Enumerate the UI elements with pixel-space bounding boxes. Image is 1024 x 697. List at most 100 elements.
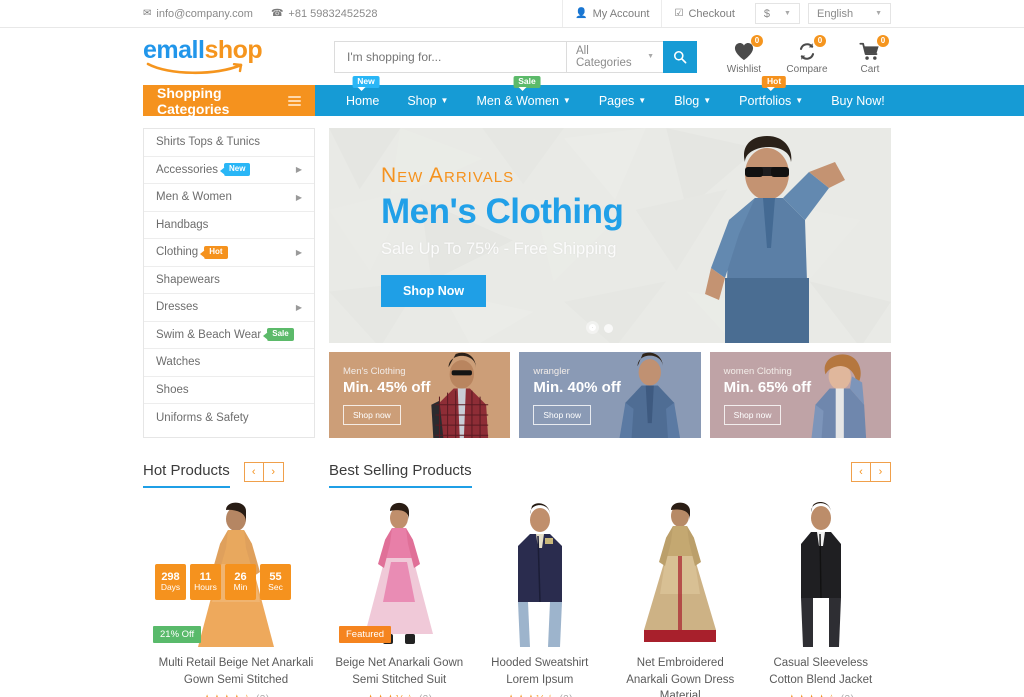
hot-product-name[interactable]: Multi Retail Beige Net Anarkali Gown Sem… bbox=[149, 655, 323, 688]
promo-banner-1[interactable]: Men's Clothing Min. 45% off Shop now bbox=[329, 352, 511, 438]
hot-product-card[interactable]: 298 Days 11 Hours 26 Min 55 Sec 21% Off Multi R… bbox=[143, 502, 329, 697]
sidebar-item-label: Men & Women bbox=[156, 191, 232, 204]
promo-shop-now-button[interactable]: Shop now bbox=[723, 404, 782, 425]
product-name[interactable]: Hooded Sweatshirt Lorem Ipsum bbox=[476, 655, 605, 688]
sidebar-item-label: Handbags bbox=[156, 218, 209, 231]
best-selling-title: Best Selling Products bbox=[329, 462, 472, 488]
hot-products-column: 298 Days 11 Hours 26 Min 55 Sec 21% Off Multi R… bbox=[143, 502, 329, 697]
product-card[interactable]: Casual Sleeveless Cotton Blend Jacket ★★★… bbox=[751, 502, 892, 697]
phone-icon: ☎ bbox=[270, 8, 284, 19]
hero-shop-now-button[interactable]: Shop Now bbox=[381, 275, 487, 307]
nav-item-home[interactable]: New Home bbox=[332, 76, 393, 116]
check-square-icon: ☑ bbox=[674, 8, 684, 19]
nav-item-label: Shop bbox=[407, 93, 437, 108]
language-selector[interactable]: English ▼ bbox=[807, 3, 891, 24]
nav-badge-hot: Hot bbox=[762, 76, 787, 92]
sidebar-item-shapewears[interactable]: Shapewears bbox=[144, 267, 314, 294]
hot-prev-button[interactable]: ‹ bbox=[243, 462, 264, 482]
product-image bbox=[757, 502, 886, 647]
hot-products-header: Hot Products ‹ › bbox=[143, 462, 329, 488]
product-name[interactable]: Beige Net Anarkali Gown Semi Stitched Su… bbox=[335, 655, 464, 688]
product-name[interactable]: Net Embroidered Anarkali Gown Dress Mate… bbox=[616, 655, 745, 697]
shopping-categories-button[interactable]: Shopping Categories bbox=[143, 85, 315, 117]
sidebar-item-men-women[interactable]: Men & Women ▶ bbox=[144, 184, 314, 212]
sidebar-item-accessories[interactable]: Accessories New ▶ bbox=[144, 157, 314, 184]
page-root: ✉ info@company.com ☎ +81 59832452528 👤 M… bbox=[0, 0, 1024, 697]
promo-shop-now-button[interactable]: Shop now bbox=[343, 404, 401, 425]
nav-item-shop[interactable]: Shop ▼ bbox=[393, 85, 462, 116]
sidebar-item-watches[interactable]: Watches bbox=[144, 349, 314, 377]
sidebar-item-label: Uniforms & Safety bbox=[156, 411, 249, 424]
product-name[interactable]: Casual Sleeveless Cotton Blend Jacket bbox=[757, 655, 886, 688]
my-account-link[interactable]: 👤 My Account bbox=[562, 0, 661, 27]
compare-count: 0 bbox=[814, 34, 826, 47]
nav-item-men-women[interactable]: Sale Men & Women ▼ bbox=[462, 76, 584, 116]
carousel-dot-2[interactable] bbox=[604, 324, 613, 333]
product-image: Featured bbox=[335, 502, 464, 647]
best-selling-header: Best Selling Products ‹ › bbox=[329, 462, 891, 488]
product-photo-sleeveless-jacket bbox=[800, 502, 841, 647]
nav-left-spacer bbox=[0, 85, 143, 116]
sidebar-item-label: Dresses bbox=[156, 301, 199, 314]
wishlist-button[interactable]: 0 Wishlist bbox=[723, 34, 765, 75]
sidebar-item-swim-beach-wear[interactable]: Swim & Beach Wear Sale bbox=[144, 322, 314, 349]
top-bar-spacer bbox=[377, 0, 562, 27]
checkout-label: Checkout bbox=[688, 7, 735, 20]
main-navigation-bar: Shopping Categories New Home Shop ▼ Sale Men … bbox=[0, 76, 1024, 117]
product-rating: ★★★½☆(2) bbox=[335, 693, 464, 697]
sidebar-item-shoes[interactable]: Shoes bbox=[144, 377, 314, 404]
rating-stars: ★★★½☆ bbox=[366, 693, 415, 697]
nav-item-portfolios[interactable]: Hot Portfolios ▼ bbox=[725, 76, 817, 116]
my-account-label: My Account bbox=[592, 7, 650, 20]
product-row: 298 Days 11 Hours 26 Min 55 Sec 21% Off Multi R… bbox=[0, 502, 1024, 697]
nav-item-pages[interactable]: Pages ▼ bbox=[585, 85, 660, 116]
countdown-unit: Hours bbox=[194, 582, 217, 593]
search-input[interactable] bbox=[334, 40, 566, 73]
nav-items: New Home Shop ▼ Sale Men & Women ▼ Pages ▼ Blog ▼ H… bbox=[315, 76, 1024, 116]
best-next-button[interactable]: › bbox=[871, 462, 891, 482]
phone-contact[interactable]: ☎ +81 59832452528 bbox=[271, 8, 377, 20]
hot-next-button[interactable]: › bbox=[263, 462, 284, 482]
promo-shop-now-button[interactable]: Shop now bbox=[533, 404, 592, 425]
promo-banner-3[interactable]: women Clothing Min. 65% off Shop now bbox=[709, 352, 891, 438]
product-card[interactable]: Hooded Sweatshirt Lorem Ipsum ★★★½☆(2) bbox=[470, 502, 611, 697]
promo-banner-2[interactable]: wrangler Min. 40% off Shop now bbox=[519, 352, 701, 438]
hot-products-title: Hot Products bbox=[143, 462, 230, 488]
product-card[interactable]: Featured Beige Net Anarkali Gown Semi Sti… bbox=[329, 502, 470, 697]
carousel-dot-1[interactable] bbox=[589, 324, 596, 331]
search-category-select[interactable]: All Categories ▼ bbox=[566, 40, 663, 73]
best-prev-button[interactable]: ‹ bbox=[851, 462, 871, 482]
magnifier-icon bbox=[673, 50, 687, 63]
rating-stars: ★★★★☆ bbox=[787, 693, 837, 697]
logo[interactable]: emallshop bbox=[143, 37, 313, 77]
hero-banner[interactable]: New Arrivals Men's Clothing Sale Up To 7… bbox=[329, 128, 891, 343]
chevron-down-icon: ▼ bbox=[638, 96, 647, 105]
product-rating: ★★★★☆(3) bbox=[757, 693, 886, 697]
nav-item-label: Pages bbox=[598, 93, 635, 108]
sidebar-item-label: Accessories bbox=[156, 163, 218, 176]
nav-item-blog[interactable]: Blog ▼ bbox=[660, 85, 725, 116]
sidebar-item-shirts-tops-tunics[interactable]: Shirts Tops & Tunics bbox=[144, 129, 314, 157]
sidebar-item-dresses[interactable]: Dresses ▶ bbox=[144, 294, 314, 322]
email-contact[interactable]: ✉ info@company.com bbox=[143, 8, 253, 20]
compare-button[interactable]: 0 Compare bbox=[786, 34, 828, 75]
cart-glyph: 0 bbox=[849, 34, 891, 61]
sidebar-item-uniforms-safety[interactable]: Uniforms & Safety bbox=[144, 404, 314, 432]
sidebar-item-handbags[interactable]: Handbags bbox=[144, 212, 314, 239]
rating-stars: ★★★½☆ bbox=[506, 693, 555, 697]
currency-selector[interactable]: $ ▼ bbox=[754, 3, 800, 24]
checkout-link[interactable]: ☑ Checkout bbox=[661, 0, 746, 27]
phone-text: +81 59832452528 bbox=[288, 7, 378, 20]
nav-item-label: Men & Women bbox=[476, 93, 559, 108]
top-bar-actions: 👤 My Account ☑ Checkout $ ▼ English ▼ bbox=[562, 0, 1024, 27]
wishlist-label: Wishlist bbox=[726, 63, 762, 75]
search-button[interactable] bbox=[663, 40, 697, 73]
logo-text: emallshop bbox=[143, 37, 313, 63]
nav-item-buy-now[interactable]: Buy Now! bbox=[817, 85, 899, 116]
countdown-hours: 11 Hours bbox=[190, 564, 221, 600]
countdown-sec: 55 Sec bbox=[260, 564, 291, 600]
cart-button[interactable]: 0 Cart bbox=[849, 34, 891, 75]
sidebar-item-clothing[interactable]: Clothing Hot ▶ bbox=[144, 239, 314, 267]
search-bar: All Categories ▼ bbox=[334, 40, 697, 73]
product-card[interactable]: Net Embroidered Anarkali Gown Dress Mate… bbox=[610, 502, 751, 697]
